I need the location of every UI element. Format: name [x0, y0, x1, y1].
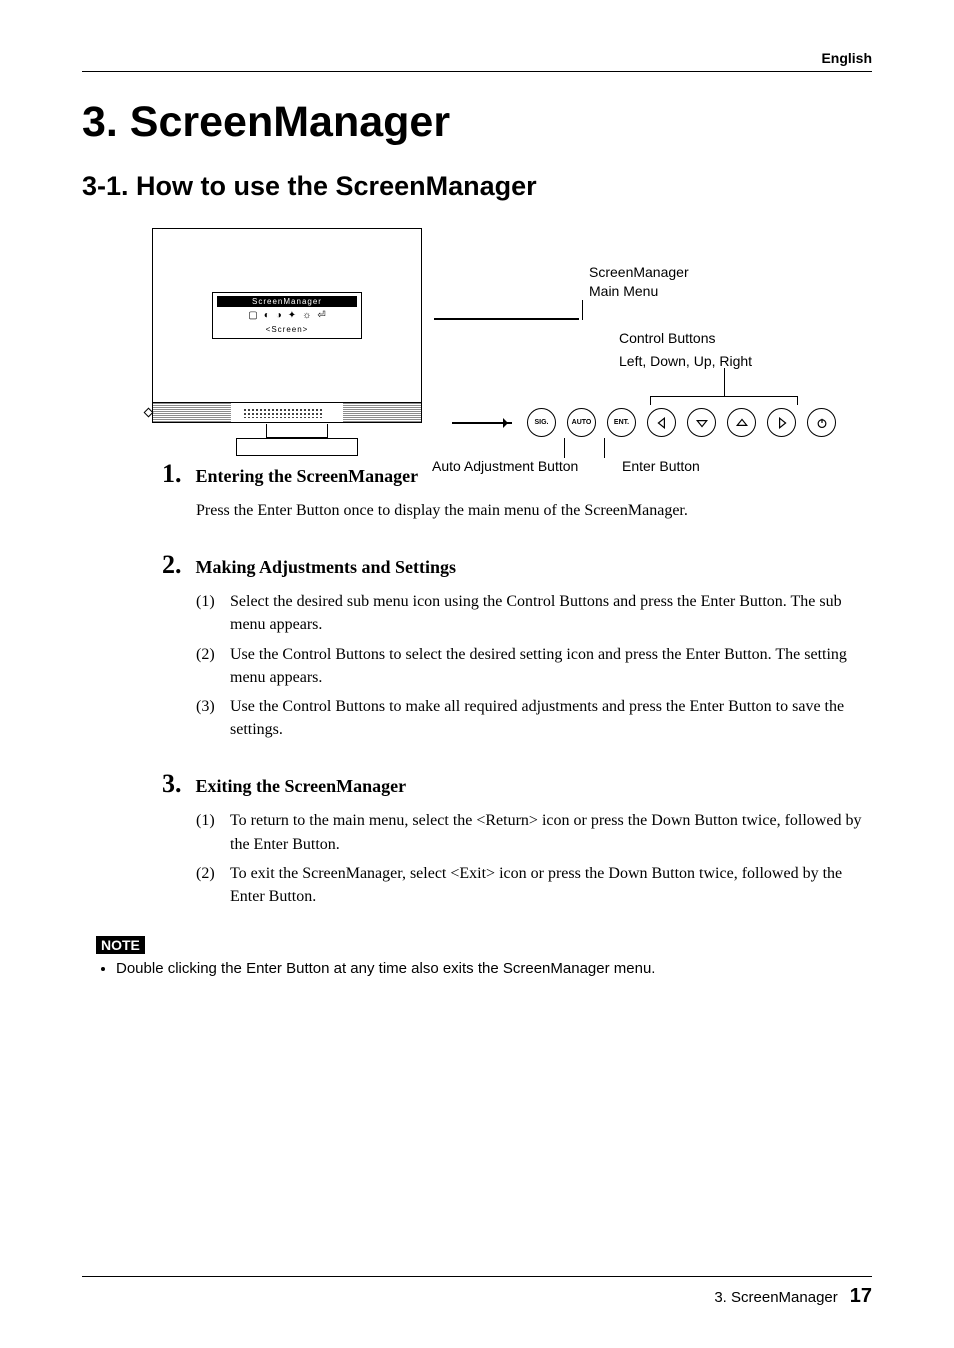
step-number: 3. — [162, 769, 182, 799]
osd-status: <Screen> — [217, 325, 357, 334]
step-title: Entering the ScreenManager — [196, 466, 419, 487]
up-button-icon — [727, 408, 756, 437]
item-text: To exit the ScreenManager, select <Exit>… — [230, 862, 872, 908]
bezel-dots — [243, 408, 323, 418]
bezel-hatch — [153, 403, 231, 422]
step-3: 3. Exiting the ScreenManager (1) To retur… — [162, 769, 872, 908]
footer-chapter: 3. ScreenManager — [714, 1289, 837, 1306]
annot-text: Left, Down, Up, Right — [619, 352, 792, 371]
screen-area: ScreenManager ▢ ◐ ◑ ✦ ☼ ⏎ <Screen> — [153, 229, 421, 402]
osd-icon: ✦ — [288, 311, 296, 321]
language-label: English — [82, 50, 872, 72]
left-button-icon — [647, 408, 676, 437]
right-button-icon — [767, 408, 796, 437]
item-text: Select the desired sub menu icon using t… — [230, 590, 872, 636]
item-num: (2) — [196, 862, 222, 908]
bezel-hatch — [343, 403, 421, 422]
step-title: Exiting the ScreenManager — [196, 776, 407, 797]
diagram: ScreenManager ▢ ◐ ◑ ✦ ☼ ⏎ <Screen> — [152, 228, 792, 423]
osd-icon: ⏎ — [317, 311, 325, 321]
step-text: Press the Enter Button once to display t… — [196, 499, 872, 522]
annot-control-buttons: Control Buttons Left, Down, Up, Right — [619, 329, 792, 371]
chapter-title: 3. ScreenManager — [82, 98, 872, 147]
step-number: 1. — [162, 459, 182, 489]
leader-line — [724, 368, 725, 396]
annot-main-menu: ScreenManager Main Menu — [589, 263, 792, 301]
item-num: (1) — [196, 809, 222, 855]
osd-titlebar: ScreenManager — [217, 296, 357, 307]
leader-line — [434, 318, 579, 320]
osd-menu: ScreenManager ▢ ◐ ◑ ✦ ☼ ⏎ <Screen> — [212, 292, 362, 339]
page: English 3. ScreenManager 3-1. How to use… — [0, 0, 954, 1348]
note-block: NOTE Double clicking the Enter Button at… — [96, 936, 872, 977]
item-num: (2) — [196, 643, 222, 689]
step-number: 2. — [162, 550, 182, 580]
item-text: Use the Control Buttons to select the de… — [230, 643, 872, 689]
step-title: Making Adjustments and Settings — [196, 557, 457, 578]
osd-icon: ◑ — [276, 311, 282, 321]
leader-line — [604, 438, 605, 458]
power-button-icon — [807, 408, 836, 437]
annot-enter: Enter Button — [622, 458, 700, 474]
sig-button: SIG. — [527, 408, 556, 437]
power-led-icon — [144, 408, 154, 418]
page-footer: 3. ScreenManager 17 — [82, 1276, 872, 1308]
auto-button: AUTO — [567, 408, 596, 437]
item-num: (1) — [196, 590, 222, 636]
annot-auto: Auto Adjustment Button — [432, 458, 578, 474]
step-2: 2. Making Adjustments and Settings (1) Se… — [162, 550, 872, 741]
osd-icon-row: ▢ ◐ ◑ ✦ ☼ ⏎ — [217, 311, 357, 321]
item-text: Use the Control Buttons to make all requ… — [230, 695, 872, 741]
footer-page: 17 — [850, 1285, 872, 1308]
osd-icon: ◐ — [264, 311, 270, 321]
monitor-illustration: ScreenManager ▢ ◐ ◑ ✦ ☼ ⏎ <Screen> — [152, 228, 422, 423]
arrow-icon — [452, 422, 512, 424]
note-item: Double clicking the Enter Button at any … — [116, 960, 872, 977]
osd-icon: ☼ — [302, 311, 311, 321]
annot-text: Main Menu — [589, 283, 658, 299]
enter-button: ENT. — [607, 408, 636, 437]
item-num: (3) — [196, 695, 222, 741]
button-panel: SIG. AUTO ENT. — [452, 408, 836, 437]
leader-line — [564, 438, 565, 458]
item-text: To return to the main menu, select the <… — [230, 809, 872, 855]
note-badge: NOTE — [96, 936, 145, 954]
down-button-icon — [687, 408, 716, 437]
bezel — [153, 402, 421, 422]
annot-text: Control Buttons — [619, 330, 716, 346]
monitor-stand — [162, 424, 422, 458]
section-title: 3-1. How to use the ScreenManager — [82, 171, 872, 202]
annot-text: ScreenManager — [589, 264, 689, 280]
bracket-line — [650, 396, 798, 404]
osd-icon: ▢ — [248, 311, 257, 321]
